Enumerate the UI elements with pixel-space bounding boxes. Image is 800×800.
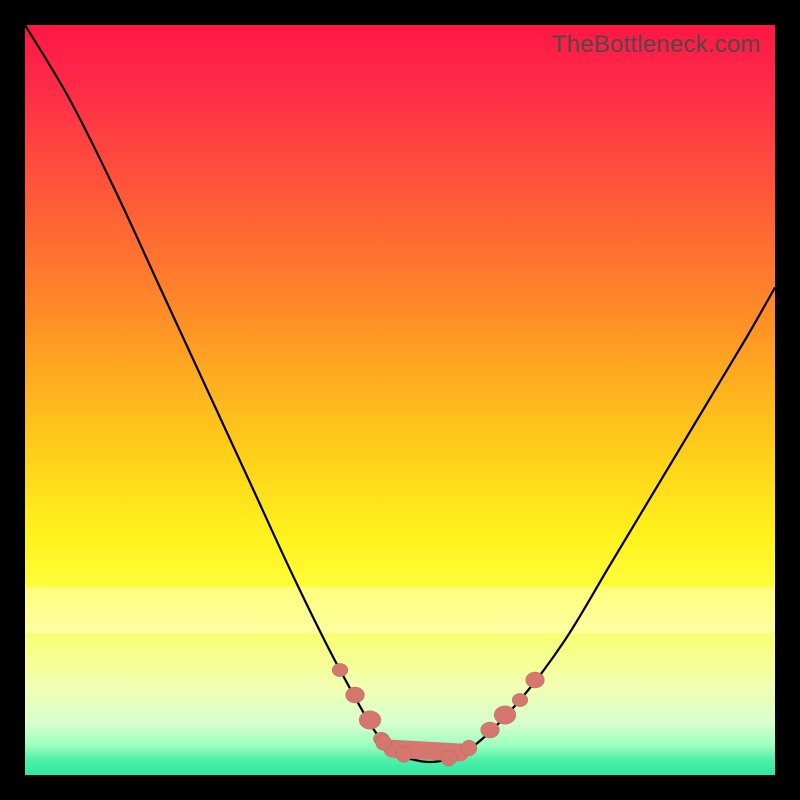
bottleneck-curve [25,25,775,762]
bead-marker [396,746,412,762]
bead-marker [359,711,381,730]
bead-marker [494,706,516,725]
chart-frame: TheBottleneck.com [25,25,775,775]
bead-marker [441,750,457,766]
bead-marker [481,722,500,738]
curve-group [25,25,775,766]
bead-marker [526,672,545,688]
bead-marker [332,663,348,677]
bead-marker [512,693,528,707]
bead-marker [461,740,477,756]
bead-marker [346,687,365,703]
bead-marker [376,735,392,751]
chart-svg [25,25,775,775]
